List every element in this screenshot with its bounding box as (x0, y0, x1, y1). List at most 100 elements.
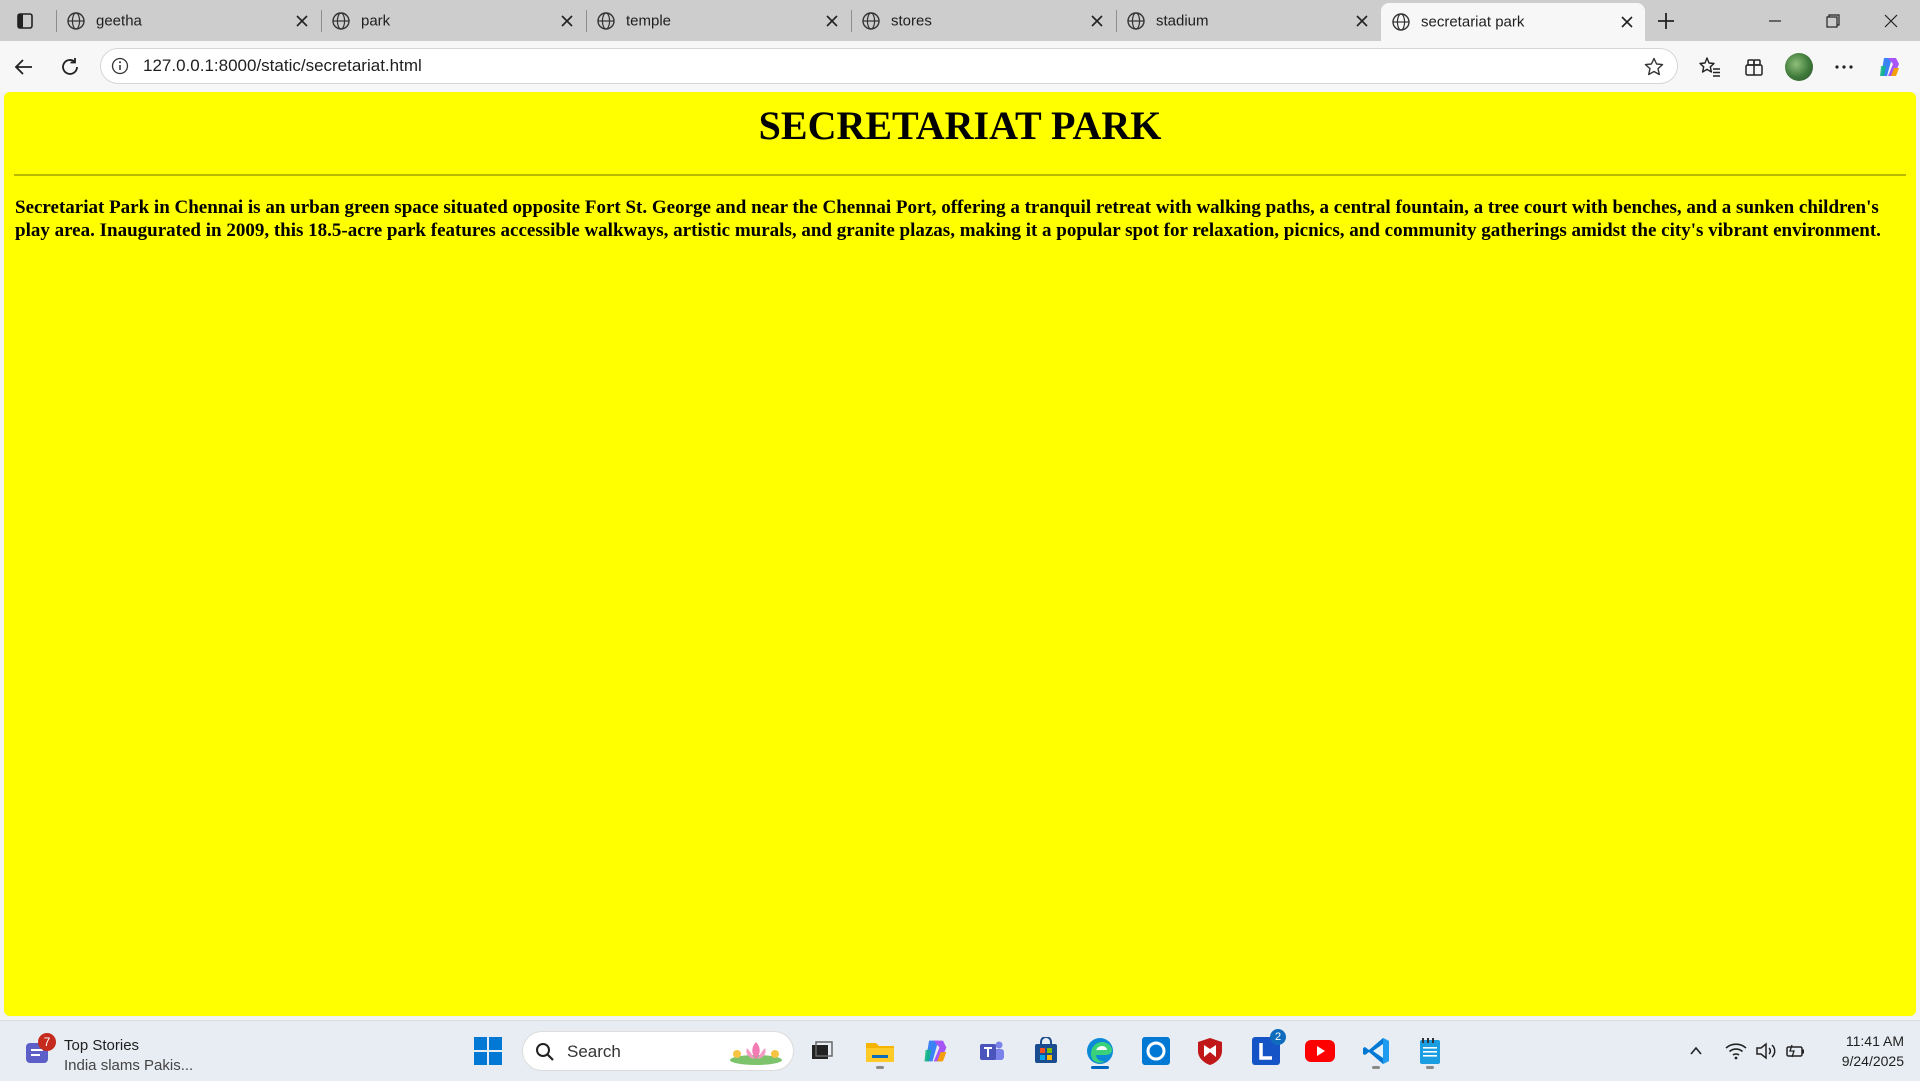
tab-separator (56, 10, 57, 32)
close-icon (1884, 14, 1898, 28)
globe-icon (332, 11, 350, 30)
tab-title: temple (626, 12, 672, 29)
favorites-button[interactable] (1694, 51, 1726, 83)
tab-geetha[interactable]: geetha (56, 0, 320, 41)
copilot-icon (1880, 58, 1899, 76)
favorites-icon (1699, 57, 1720, 77)
tab-title: geetha (96, 12, 142, 29)
clock-time: 11:41 AM (1845, 1033, 1904, 1049)
close-icon[interactable] (824, 13, 840, 29)
tab-secretariat-park[interactable]: secretariat park (1381, 3, 1645, 41)
edge-icon (1087, 1038, 1113, 1064)
microsoft-store-button[interactable] (1026, 1031, 1066, 1071)
tab-actions-button[interactable] (10, 8, 40, 34)
close-icon[interactable] (1089, 13, 1105, 29)
taskbar-search[interactable]: Search (522, 1031, 794, 1071)
news-badge: 7 (38, 1033, 56, 1051)
back-button[interactable] (8, 51, 40, 83)
battery-icon (1786, 1044, 1804, 1058)
active-indicator (1091, 1066, 1109, 1069)
volume-button[interactable] (1752, 1031, 1780, 1071)
tab-title: secretariat park (1421, 13, 1525, 31)
more-icon (1835, 65, 1853, 69)
wifi-icon (1725, 1043, 1747, 1060)
tab-temple[interactable]: temple (586, 0, 850, 41)
close-icon[interactable] (1354, 13, 1370, 29)
l-app-button[interactable]: 2 (1246, 1029, 1286, 1071)
taskbar: 7 Top Stories India slams Pakis... Searc… (0, 1020, 1920, 1081)
vscode-button[interactable] (1356, 1031, 1396, 1071)
refresh-button[interactable] (54, 51, 86, 83)
tab-separator (321, 10, 322, 32)
youtube-button[interactable] (1300, 1031, 1340, 1071)
clock[interactable]: 11:41 AM 9/24/2025 (1816, 1031, 1904, 1071)
collections-icon (1745, 59, 1763, 76)
close-icon[interactable] (559, 13, 575, 29)
task-view-button[interactable] (802, 1031, 842, 1071)
copilot-taskbar-button[interactable] (916, 1031, 956, 1071)
more-menu-button[interactable] (1828, 51, 1860, 83)
vscode-icon (1363, 1038, 1389, 1064)
page-title: SECRETARIAT PARK (758, 103, 1162, 148)
cortana-icon (1142, 1037, 1170, 1065)
teams-button[interactable] (972, 1031, 1012, 1071)
copilot-icon (924, 1040, 947, 1062)
tab-stores[interactable]: stores (851, 0, 1115, 41)
globe-icon (862, 11, 880, 30)
notepad-button[interactable] (1410, 1031, 1450, 1071)
browser-toolbar: 127.0.0.1:8000/static/secretariat.html (0, 41, 1920, 92)
show-hidden-icons-button[interactable] (1684, 1031, 1708, 1071)
l-app-badge: 2 (1270, 1029, 1286, 1045)
new-tab-button[interactable] (1652, 8, 1680, 34)
clock-date: 9/24/2025 (1841, 1053, 1904, 1069)
info-icon[interactable] (111, 57, 129, 75)
news-title: Top Stories (64, 1037, 140, 1054)
address-bar[interactable]: 127.0.0.1:8000/static/secretariat.html (100, 48, 1678, 84)
close-icon[interactable] (294, 13, 310, 29)
tab-stadium[interactable]: stadium (1116, 0, 1380, 41)
battery-button[interactable] (1782, 1031, 1810, 1071)
start-button[interactable] (468, 1031, 508, 1071)
globe-icon (597, 11, 615, 30)
tab-separator (851, 10, 852, 32)
running-indicator (1426, 1066, 1434, 1069)
tab-actions-icon (17, 13, 33, 29)
back-arrow-icon (14, 59, 32, 75)
edge-button[interactable] (1080, 1031, 1120, 1071)
search-highlight-icon (730, 1042, 782, 1065)
collections-button[interactable] (1738, 51, 1770, 83)
tab-park[interactable]: park (321, 0, 585, 41)
tab-separator (586, 10, 587, 32)
copilot-button[interactable] (1874, 51, 1906, 83)
news-subtitle: India slams Pakis... (64, 1057, 194, 1074)
tab-strip: geetha park temple stores stadium secret… (0, 0, 1920, 41)
speaker-icon (1756, 1042, 1776, 1060)
cortana-button[interactable] (1136, 1031, 1176, 1071)
minimize-button[interactable] (1755, 8, 1795, 34)
youtube-icon (1305, 1040, 1335, 1062)
news-widget[interactable]: 7 Top Stories India slams Pakis... (20, 1029, 220, 1074)
star-icon[interactable] (1643, 56, 1665, 78)
tab-title: park (361, 12, 391, 29)
horizontal-rule (14, 174, 1906, 176)
page-viewport: SECRETARIAT PARK Secretariat Park in Che… (4, 92, 1916, 1016)
restore-icon (1826, 14, 1840, 28)
restore-button[interactable] (1813, 8, 1853, 34)
mcafee-icon (1198, 1038, 1222, 1065)
close-icon[interactable] (1619, 14, 1635, 30)
refresh-icon (62, 58, 78, 75)
page-paragraph: Secretariat Park in Chennai is an urban … (15, 197, 1881, 241)
profile-avatar[interactable] (1785, 53, 1813, 81)
wifi-button[interactable] (1722, 1031, 1750, 1071)
file-explorer-button[interactable] (860, 1031, 900, 1071)
close-window-button[interactable] (1871, 8, 1911, 34)
tab-title: stores (891, 12, 932, 29)
running-indicator (1372, 1066, 1380, 1069)
url-text[interactable]: 127.0.0.1:8000/static/secretariat.html (143, 56, 422, 76)
file-explorer-icon (866, 1043, 894, 1062)
minimize-icon (1769, 20, 1781, 22)
notepad-icon (1420, 1038, 1440, 1064)
mcafee-button[interactable] (1190, 1031, 1230, 1071)
globe-icon (1127, 11, 1145, 30)
task-view-icon (812, 1041, 833, 1059)
